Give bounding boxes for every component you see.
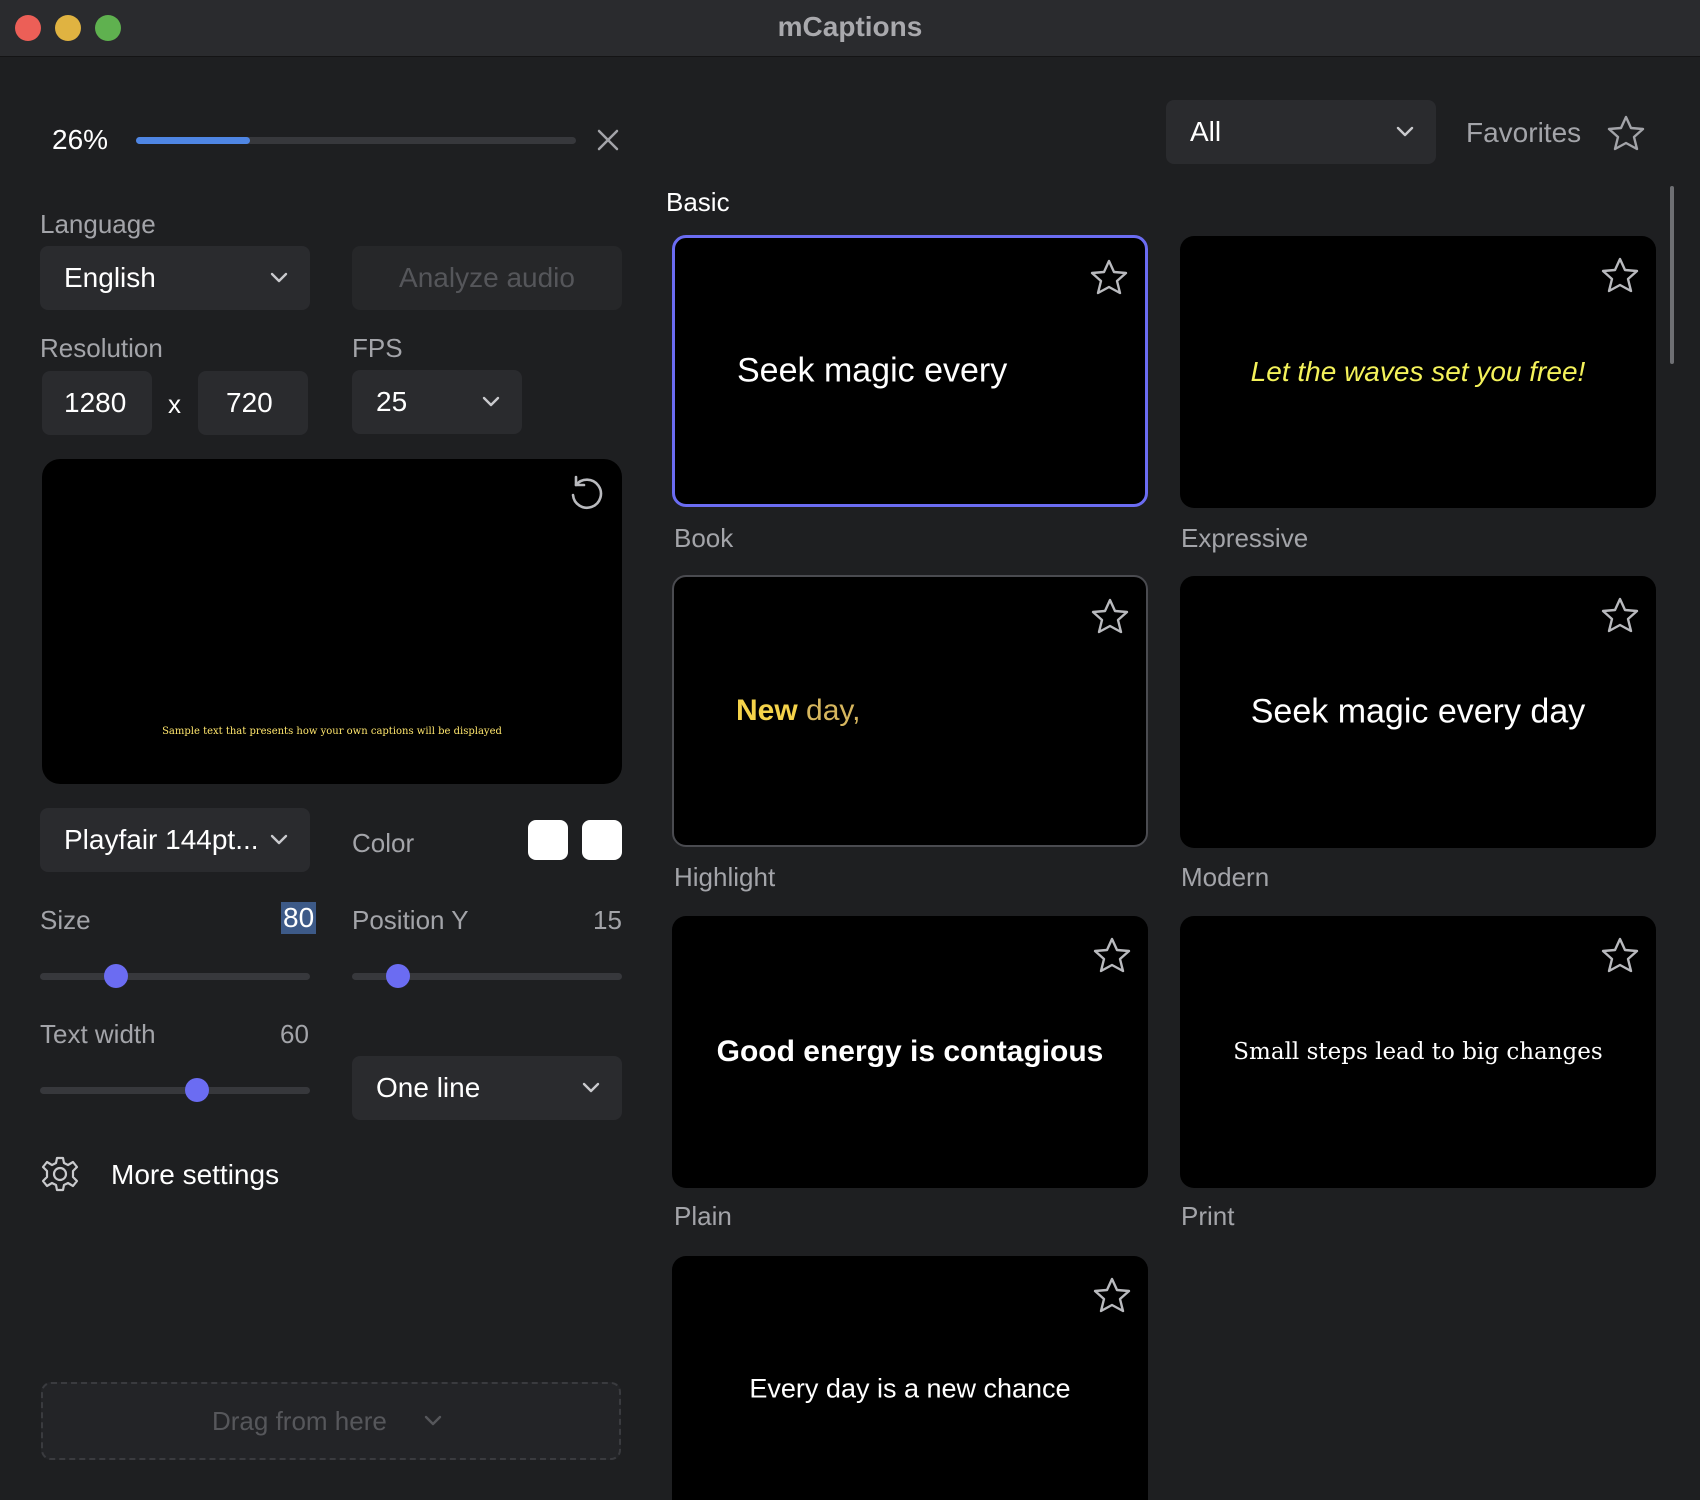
- fps-select[interactable]: 25: [352, 370, 522, 434]
- style-sample-text: Small steps lead to big changes: [1233, 1039, 1603, 1065]
- analyze-audio-button[interactable]: Analyze audio: [352, 246, 622, 310]
- resolution-height-input[interactable]: 720: [198, 371, 308, 435]
- reset-icon[interactable]: [566, 473, 606, 513]
- resolution-height-value: 720: [226, 387, 273, 418]
- star-icon[interactable]: [1092, 936, 1132, 976]
- text-width-value: 60: [280, 1019, 309, 1049]
- chevron-down-icon: [268, 271, 290, 285]
- style-sample-text: Every day is a new chance: [749, 1373, 1071, 1404]
- style-card-highlight[interactable]: New day,: [672, 575, 1148, 847]
- more-settings-label: More settings: [111, 1159, 280, 1190]
- more-settings-button[interactable]: More settings: [40, 1154, 320, 1196]
- style-sample-text: New day,: [736, 694, 1146, 728]
- resolution-separator: x: [168, 389, 181, 419]
- style-card-modern[interactable]: Seek magic every day: [1180, 576, 1656, 848]
- color-label: Color: [352, 828, 415, 858]
- size-label: Size: [40, 905, 91, 935]
- style-name: Modern: [1181, 862, 1270, 892]
- style-sample-text: Good energy is contagious: [716, 1035, 1104, 1068]
- close-icon[interactable]: [597, 129, 619, 151]
- rest-words: day,: [797, 694, 861, 727]
- analyze-audio-label: Analyze audio: [399, 262, 575, 293]
- text-width-label: Text width: [40, 1019, 156, 1049]
- chevron-down-icon: [422, 1414, 444, 1428]
- chevron-down-icon: [268, 833, 290, 847]
- style-name: Plain: [674, 1201, 732, 1231]
- fps-value: 25: [376, 386, 408, 417]
- style-name: Book: [674, 523, 734, 553]
- font-select[interactable]: Playfair 144pt...: [40, 808, 310, 872]
- favorites-label: Favorites: [1466, 117, 1582, 148]
- progress-bar: [136, 137, 576, 144]
- window-title: mCaptions: [777, 11, 923, 42]
- style-sample-text: Seek magic every day: [1250, 692, 1586, 731]
- filter-value: All: [1190, 116, 1222, 147]
- resolution-width-value: 1280: [64, 387, 127, 418]
- language-value: English: [64, 262, 156, 293]
- text-width-slider[interactable]: [40, 1078, 310, 1102]
- size-value[interactable]: 80: [281, 902, 317, 934]
- language-select[interactable]: English: [40, 246, 310, 310]
- star-icon[interactable]: [1600, 936, 1640, 976]
- preview-caption-text: Sample text that presents how your own c…: [162, 726, 502, 737]
- style-name: Highlight: [674, 862, 776, 892]
- star-icon[interactable]: [1090, 597, 1130, 637]
- position-y-value: 15: [593, 905, 622, 935]
- favorites-button[interactable]: Favorites: [1466, 112, 1646, 156]
- caption-preview: Sample text that presents how your own c…: [42, 459, 622, 784]
- font-value: Playfair 144pt...: [64, 824, 259, 855]
- progress-label: 26%: [52, 124, 109, 155]
- style-card-7[interactable]: Every day is a new chance: [672, 1256, 1148, 1500]
- star-icon[interactable]: [1600, 596, 1640, 636]
- scrollbar[interactable]: [1670, 186, 1674, 364]
- style-card-expressive[interactable]: Let the waves set you free!: [1180, 236, 1656, 508]
- language-label: Language: [40, 209, 156, 239]
- progress-bar-fill: [136, 137, 251, 144]
- star-icon[interactable]: [1600, 256, 1640, 296]
- title-bar: mCaptions: [0, 0, 1700, 57]
- star-icon[interactable]: [1092, 1276, 1132, 1316]
- size-slider[interactable]: [40, 964, 310, 988]
- drag-from-here-area[interactable]: Drag from here: [41, 1382, 621, 1460]
- resolution-label: Resolution: [40, 333, 163, 363]
- text-width-slider-knob[interactable]: [184, 1078, 209, 1102]
- style-card-book[interactable]: Seek magic every: [672, 235, 1148, 507]
- position-y-label: Position Y: [352, 905, 469, 935]
- style-name: Expressive: [1181, 523, 1309, 553]
- style-card-print[interactable]: Small steps lead to big changes: [1180, 916, 1656, 1188]
- section-title: Basic: [666, 187, 730, 217]
- star-icon[interactable]: [1089, 258, 1129, 298]
- star-icon: [1606, 114, 1646, 154]
- fps-label: FPS: [352, 333, 403, 363]
- line-mode-select[interactable]: One line: [352, 1056, 622, 1120]
- highlighted-word: New: [736, 694, 798, 727]
- color-swatch-primary[interactable]: [528, 820, 568, 860]
- resolution-width-input[interactable]: 1280: [42, 371, 152, 435]
- position-y-slider[interactable]: [352, 964, 622, 988]
- app-window: mCaptions 26% Language English Analyze a…: [0, 0, 1700, 1500]
- gear-icon: [40, 1154, 80, 1194]
- color-swatch-secondary[interactable]: [582, 820, 622, 860]
- size-slider-knob[interactable]: [103, 964, 128, 988]
- chevron-down-icon: [1394, 125, 1416, 139]
- style-sample-text: Seek magic every: [737, 351, 1008, 390]
- drag-label: Drag from here: [212, 1406, 387, 1436]
- position-y-slider-knob[interactable]: [385, 964, 410, 988]
- line-mode-value: One line: [376, 1072, 481, 1103]
- style-name: Print: [1181, 1201, 1235, 1231]
- chevron-down-icon: [480, 395, 502, 409]
- style-card-plain[interactable]: Good energy is contagious: [672, 916, 1148, 1188]
- filter-select[interactable]: All: [1166, 100, 1436, 164]
- style-sample-text: Let the waves set you free!: [1250, 356, 1586, 387]
- chevron-down-icon: [580, 1081, 602, 1095]
